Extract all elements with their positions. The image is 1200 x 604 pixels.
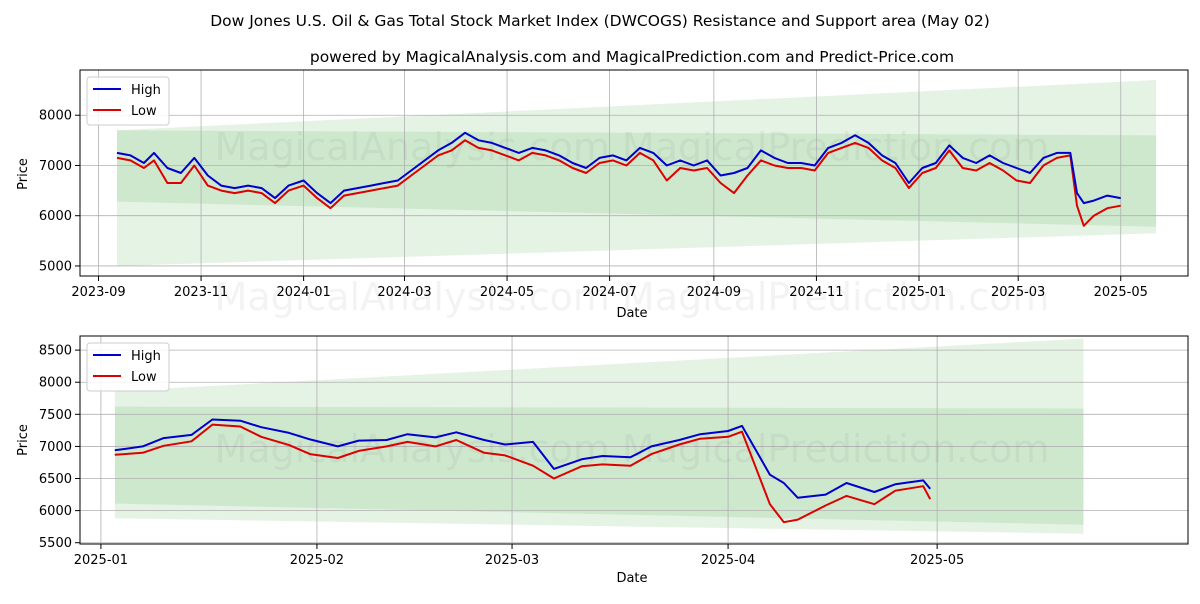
chart-subtitle: powered by MagicalAnalysis.com and Magic… (310, 48, 954, 66)
bottom-xlabel: Date (616, 571, 647, 586)
top-legend-low-label: Low (131, 104, 157, 119)
top-xtick-label-3: 2024-03 (377, 285, 431, 300)
top-bands (116, 80, 1157, 266)
bottom-ytick-label-4: 7500 (39, 408, 72, 423)
top-xtick-label-0: 2023-09 (71, 285, 125, 300)
bottom-ytick-label-5: 8000 (39, 376, 72, 391)
top-xtick-label-5: 2024-07 (582, 285, 636, 300)
top-xtick-label-2: 2024-01 (276, 285, 330, 300)
top-ytick-label-0: 5000 (39, 259, 72, 274)
top-xtick-label-9: 2025-03 (991, 285, 1045, 300)
top-xtick-label-8: 2025-01 (892, 285, 946, 300)
top-xtick-label-6: 2024-09 (687, 285, 741, 300)
top-ytick-label-1: 6000 (39, 209, 72, 224)
top-ylabel: Price (16, 158, 31, 190)
bottom-ytick-label-2: 6500 (39, 472, 72, 487)
bottom-legend-low-label: Low (131, 370, 157, 385)
top-xtick-label-1: 2023-11 (174, 285, 228, 300)
top-panel: MagicalAnalysis.com MagicalPrediction.co… (16, 69, 1189, 321)
top-legend-high-label: High (131, 83, 161, 98)
bottom-legend: High Low (86, 342, 170, 392)
bottom-ytick-label-1: 6000 (39, 504, 72, 519)
chart-title: Dow Jones U.S. Oil & Gas Total Stock Mar… (210, 12, 990, 30)
top-legend: High Low (86, 76, 170, 126)
bottom-ylabel: Price (16, 424, 31, 456)
top-xlabel: Date (616, 306, 647, 321)
bottom-ytick-label-0: 5500 (39, 536, 72, 551)
bottom-xtick-label-0: 2025-01 (74, 553, 128, 568)
bottom-panel: MagicalAnalysis.com MagicalPrediction.co… (16, 335, 1189, 586)
top-ytick-label-3: 8000 (39, 109, 72, 124)
bottom-xtick-label-3: 2025-04 (701, 553, 755, 568)
bottom-xtick-label-4: 2025-05 (910, 553, 964, 568)
chart-figure: Dow Jones U.S. Oil & Gas Total Stock Mar… (0, 0, 1200, 600)
top-xtick-label-7: 2024-11 (789, 285, 843, 300)
bottom-legend-high-label: High (131, 349, 161, 364)
top-xtick-label-10: 2025-05 (1094, 285, 1148, 300)
chart-svg: Dow Jones U.S. Oil & Gas Total Stock Mar… (16, 12, 1189, 586)
bottom-ytick-label-6: 8500 (39, 344, 72, 359)
bottom-xtick-label-2: 2025-03 (485, 553, 539, 568)
bottom-ytick-label-3: 7000 (39, 440, 72, 455)
bottom-xtick-label-1: 2025-02 (290, 553, 344, 568)
top-watermark: MagicalAnalysis.com MagicalPrediction.co… (215, 125, 1050, 169)
top-xtick-label-4: 2024-05 (480, 285, 534, 300)
top-ytick-label-2: 7000 (39, 159, 72, 174)
